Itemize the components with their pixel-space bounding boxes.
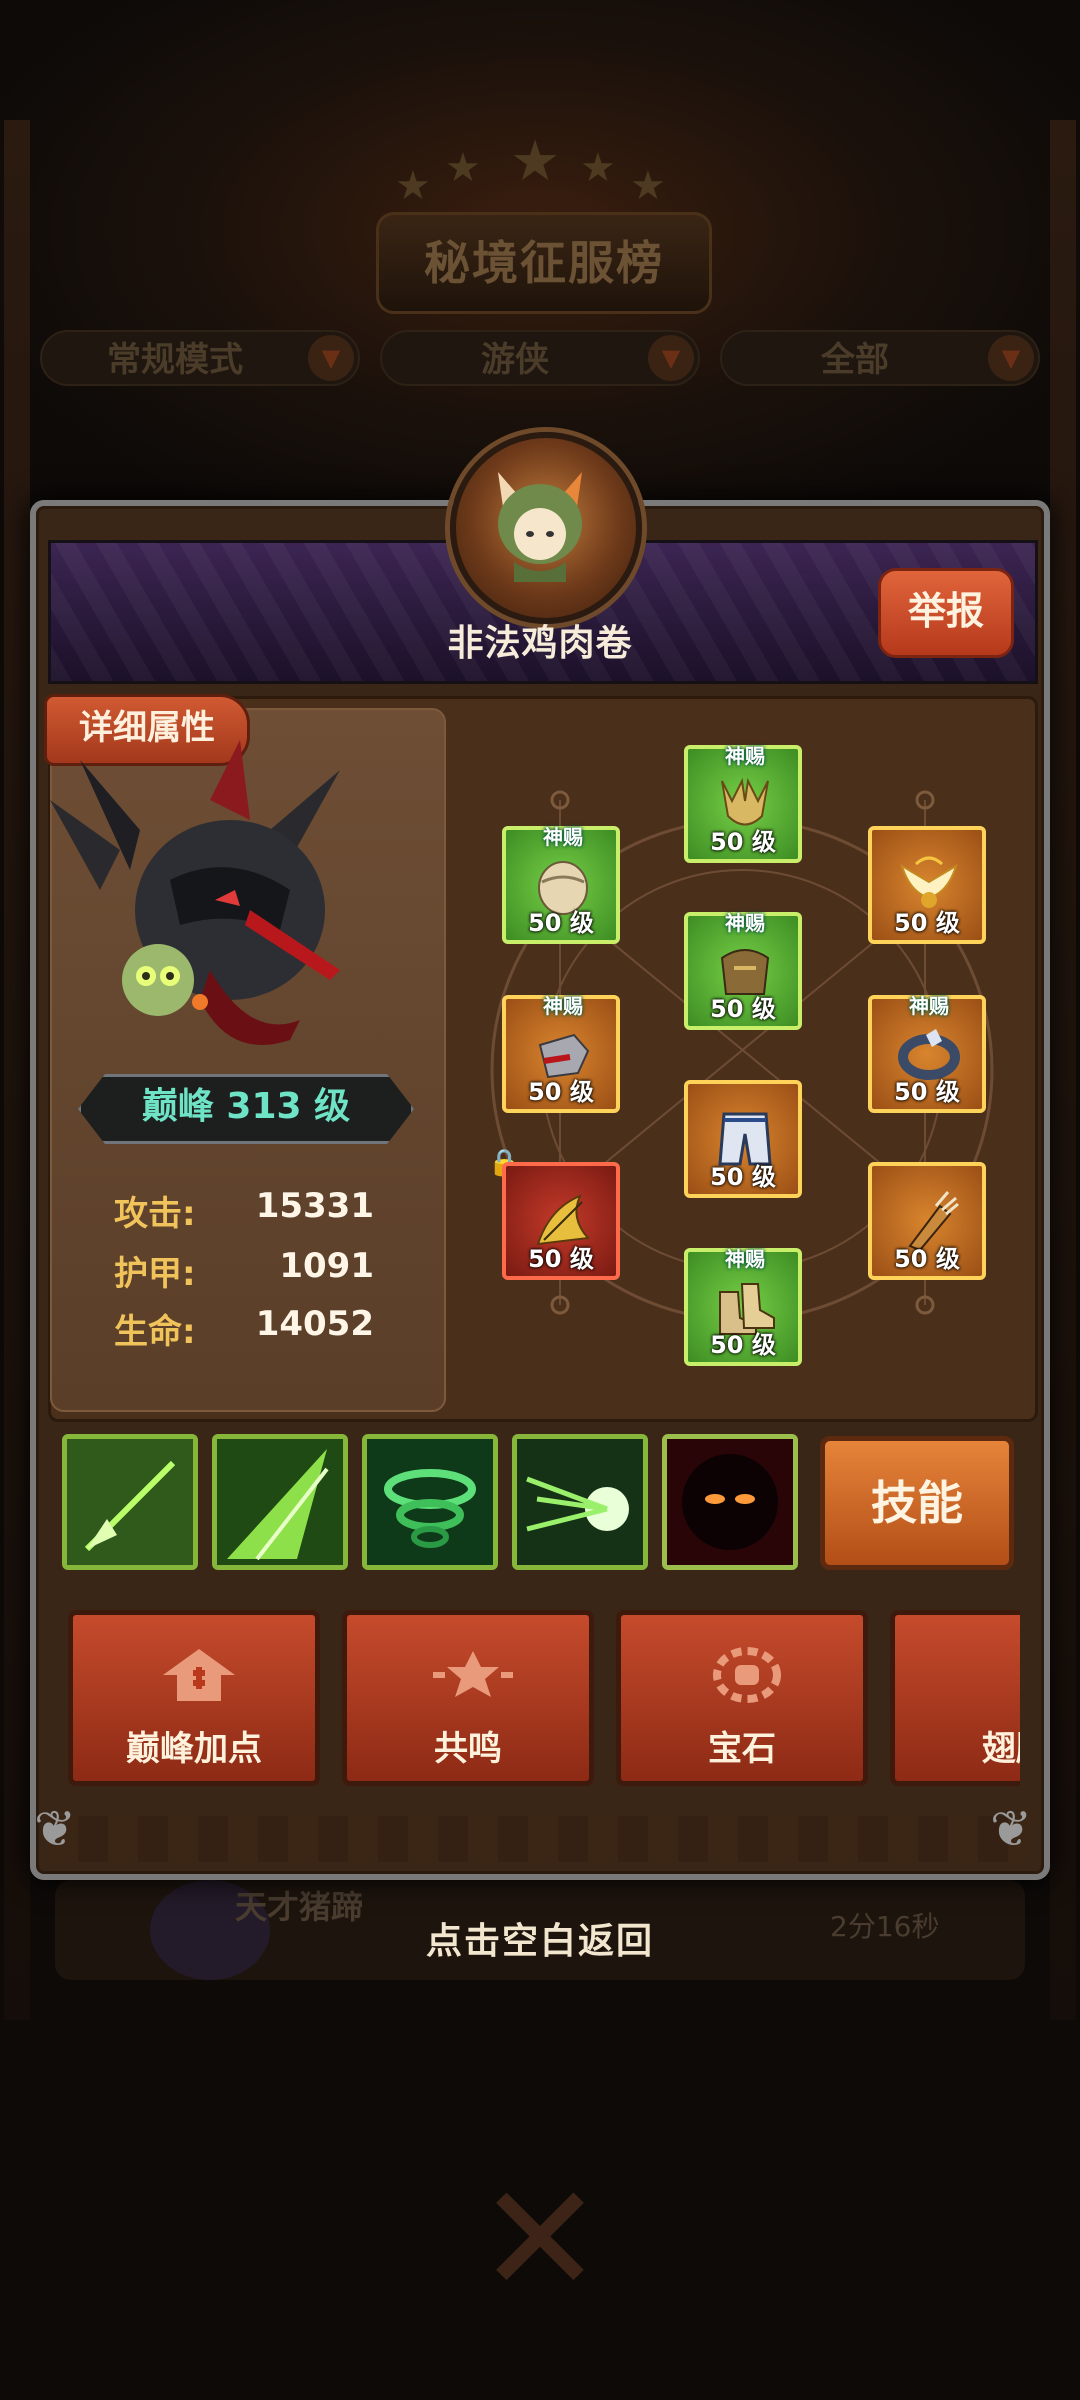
divine-badge: 神赐: [543, 994, 583, 1018]
health-label: 生命:: [114, 1312, 196, 1352]
report-button[interactable]: 举报: [878, 568, 1014, 658]
item-level: 50 级: [710, 995, 776, 1023]
equipment-slot-helmet[interactable]: 神赐 50 级: [684, 744, 802, 863]
panel-footer-decor: [48, 1816, 1032, 1862]
wings-label: 翅膀: [982, 1729, 1020, 1769]
item-level: 50 级: [528, 909, 594, 937]
resonance-button[interactable]: 共鸣: [342, 1610, 594, 1786]
skill-slot-5[interactable]: [662, 1434, 798, 1570]
skills-button[interactable]: 技能: [820, 1436, 1014, 1570]
gem-label: 宝石: [708, 1729, 776, 1769]
tap-to-return-hint[interactable]: 点击空白返回: [0, 1912, 1080, 1964]
scope-filter-label: 全部: [821, 340, 889, 380]
wings-button[interactable]: 翅膀: [890, 1610, 1020, 1786]
skill-slot-1[interactable]: [62, 1434, 198, 1570]
item-level: 50 级: [894, 1078, 960, 1106]
resonance-icon: [433, 1651, 513, 1697]
class-filter-label: 游侠: [481, 340, 549, 380]
skill-slot-3[interactable]: [362, 1434, 498, 1570]
gem-button[interactable]: 宝石: [616, 1610, 868, 1786]
attack-value: 15331: [255, 1186, 374, 1226]
health-value: 14052: [255, 1304, 374, 1344]
spear-skill-icon: [67, 1439, 193, 1565]
peak-points-label: 巅峰加点: [126, 1729, 262, 1769]
equipment-slot-boots[interactable]: 神赐 50 级: [684, 1247, 802, 1366]
divine-badge: 神赐: [725, 911, 765, 935]
star-icon: ★: [510, 129, 561, 194]
chevron-down-icon: ▼: [648, 335, 694, 381]
whirlwind-skill-icon: [367, 1439, 493, 1565]
peak-points-button[interactable]: 巅峰加点: [68, 1610, 320, 1786]
leaderboard-title: 秘境征服榜: [376, 212, 712, 314]
frame-left: [4, 120, 30, 2020]
function-button-row[interactable]: 巅峰加点 共鸣 宝石 翅膀: [56, 1596, 1020, 1796]
equipment-slot-quiver[interactable]: 50 级: [868, 1162, 986, 1280]
frame-right: [1050, 120, 1076, 2020]
equipment-slot-pants[interactable]: 50 级: [684, 1080, 802, 1198]
ornament-icon: ❦: [990, 1800, 1032, 1858]
item-level: 50 级: [528, 1245, 594, 1273]
item-level: 50 级: [710, 1331, 776, 1359]
divine-badge: 神赐: [909, 994, 949, 1018]
mode-filter-label: 常规模式: [107, 340, 243, 380]
divine-badge: 神赐: [725, 1247, 765, 1271]
item-level: 50 级: [528, 1078, 594, 1106]
close-icon: ✕: [477, 2153, 603, 2327]
divine-badge: 神赐: [725, 744, 765, 768]
chevron-down-icon: ▼: [988, 335, 1034, 381]
arrow-rain-skill-icon: [217, 1439, 343, 1565]
star-icon: ★: [395, 163, 431, 209]
peak-level-badge: 巅峰 313 级: [78, 1074, 414, 1144]
star-icon: ★: [580, 145, 616, 191]
player-name: 非法鸡肉卷: [447, 623, 633, 664]
character-portrait: [50, 740, 340, 1045]
equipment-slot-weapon[interactable]: 50 级: [502, 1162, 620, 1280]
attack-label: 攻击:: [114, 1194, 196, 1234]
item-level: 50 级: [710, 1163, 776, 1191]
divine-badge: 神赐: [543, 825, 583, 849]
item-level: 50 级: [710, 828, 776, 856]
rank-stars: ★ ★ ★ ★ ★: [395, 129, 685, 209]
wings-icon: [981, 1645, 1020, 1705]
shadow-demon-skill-icon: [667, 1439, 793, 1565]
class-filter-dropdown[interactable]: 游侠 ▼: [380, 330, 700, 386]
mode-filter-dropdown[interactable]: 常规模式 ▼: [40, 330, 360, 386]
equipment-slot-amulet[interactable]: 50 级: [868, 826, 986, 944]
chevron-down-icon: ▼: [308, 335, 354, 381]
armor-value: 1091: [279, 1246, 374, 1286]
skill-slot-4[interactable]: [512, 1434, 648, 1570]
burst-shot-skill-icon: [517, 1439, 643, 1565]
skill-slot-2[interactable]: [212, 1434, 348, 1570]
fox-hood-avatar-icon: [498, 472, 582, 582]
scope-filter-dropdown[interactable]: 全部 ▼: [720, 330, 1040, 386]
armor-label: 护甲:: [114, 1254, 196, 1294]
ornament-icon: ❦: [34, 1800, 76, 1858]
star-icon: ★: [630, 163, 666, 209]
gem-icon: [713, 1647, 781, 1703]
peak-points-icon: [163, 1649, 235, 1701]
equipment-slot-gloves[interactable]: 神赐 50 级: [502, 994, 620, 1113]
star-icon: ★: [445, 145, 481, 191]
item-level: 50 级: [894, 1245, 960, 1273]
equipment-slot-ring[interactable]: 神赐 50 级: [868, 994, 986, 1113]
resonance-label: 共鸣: [434, 1729, 502, 1769]
item-level: 50 级: [894, 909, 960, 937]
equipment-slot-armor[interactable]: 神赐 50 级: [502, 825, 620, 944]
equipment-slot-chest[interactable]: 神赐 50 级: [684, 911, 802, 1030]
